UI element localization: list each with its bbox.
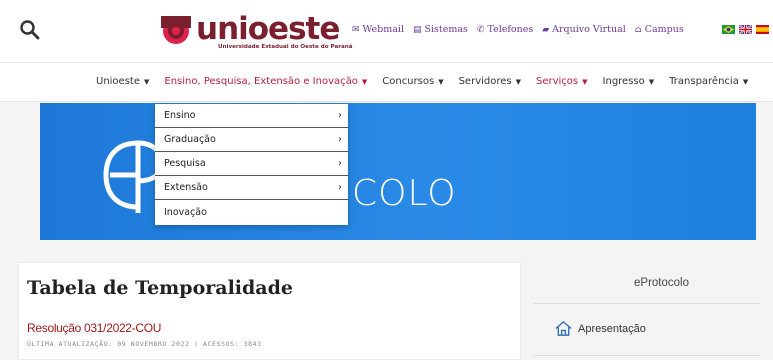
main-navigation: Unioeste ▼ Ensino, Pesquisa, Extensão e I… <box>0 62 773 102</box>
caret-down-icon: ▼ <box>582 77 588 86</box>
quicklink-sistemas[interactable]: ▤ Sistemas <box>413 24 468 35</box>
building-icon: ⌂ <box>634 24 642 35</box>
divider <box>534 355 760 356</box>
article-meta: ÚLTIMA ATUALIZAÇÃO: 09 NOVEMBRO 2022 | A… <box>27 340 262 348</box>
dropdown-item-extensao[interactable]: Extensão › <box>155 176 348 200</box>
caret-down-icon: ▼ <box>742 77 749 86</box>
nav-item-concursos[interactable]: Concursos ▼ <box>382 76 443 87</box>
brazil-flag-icon[interactable] <box>722 25 735 34</box>
page-title: Tabela de Temporalidade <box>27 277 293 299</box>
nav-item-transparencia[interactable]: Transparência ▼ <box>669 76 748 87</box>
envelope-icon: ✉ <box>352 24 360 35</box>
chevron-right-icon: › <box>338 134 342 145</box>
caret-down-icon: ▼ <box>361 77 368 86</box>
nav-item-ingresso[interactable]: Ingresso ▼ <box>603 76 655 87</box>
logo-subtitle: Universidade Estadual do Oeste do Paraná <box>218 43 353 50</box>
spain-flag-icon[interactable] <box>756 25 769 34</box>
chevron-right-icon: › <box>338 182 342 193</box>
sidebar-title: eProtocolo <box>634 277 689 289</box>
caret-down-icon: ▼ <box>144 77 150 86</box>
unioeste-logo[interactable]: unioeste Universidade Estadual do Oeste … <box>158 8 353 54</box>
chevron-right-icon: › <box>338 110 342 121</box>
logo-wordmark: unioeste <box>196 10 340 47</box>
banner-text: COLO <box>352 173 457 214</box>
nav-item-servicos[interactable]: Serviços ▼ <box>536 76 588 87</box>
article-card: Tabela de Temporalidade Resolução 031/20… <box>18 262 521 360</box>
uk-flag-icon[interactable] <box>739 25 752 34</box>
caret-down-icon: ▼ <box>648 77 655 86</box>
search-icon[interactable] <box>18 18 42 42</box>
caret-down-icon: ▼ <box>438 77 444 86</box>
nav-item-ensino-pesquisa[interactable]: Ensino, Pesquisa, Extensão e Inovação ▼ <box>164 76 367 87</box>
quicklink-arquivo-virtual[interactable]: ▰ Arquivo Virtual <box>542 24 626 35</box>
folder-icon: ▰ <box>542 24 550 35</box>
logo-mark-icon <box>161 16 191 44</box>
top-header: unioeste Universidade Estadual do Oeste … <box>0 0 773 62</box>
resolution-link[interactable]: Resolução 031/2022-COU <box>27 321 161 335</box>
quicklink-campus[interactable]: ⌂ Campus <box>635 24 684 35</box>
home-icon <box>555 320 572 336</box>
list-icon: ▤ <box>413 24 422 35</box>
sidebar-item-apresentacao[interactable]: Apresentação <box>554 319 646 338</box>
quicklinks: ✉ Webmail ▤ Sistemas ✆ Telefones ▰ Arquivo V… <box>352 24 684 35</box>
dropdown-item-pesquisa[interactable]: Pesquisa › <box>155 152 348 176</box>
sidebar: eProtocolo Apresentação <box>534 262 773 360</box>
dropdown-item-graduacao[interactable]: Graduação › <box>155 128 348 152</box>
dropdown-item-inovacao[interactable]: Inovação <box>155 200 348 224</box>
eprotocolo-banner: COLO <box>40 103 756 240</box>
caret-down-icon: ▼ <box>515 77 521 86</box>
phone-icon: ✆ <box>476 24 485 35</box>
nav-item-servidores[interactable]: Servidores ▼ <box>459 76 521 87</box>
language-flags <box>722 25 769 34</box>
chevron-right-icon: › <box>338 158 342 169</box>
nav-item-unioeste[interactable]: Unioeste ▼ <box>96 76 149 87</box>
ensino-dropdown-menu: Ensino › Graduação › Pesquisa › Extensão › I… <box>155 104 348 225</box>
dropdown-item-ensino[interactable]: Ensino › <box>155 104 348 128</box>
quicklink-telefones[interactable]: ✆ Telefones <box>477 24 533 35</box>
divider <box>534 303 760 304</box>
quicklink-webmail[interactable]: ✉ Webmail <box>352 24 404 35</box>
